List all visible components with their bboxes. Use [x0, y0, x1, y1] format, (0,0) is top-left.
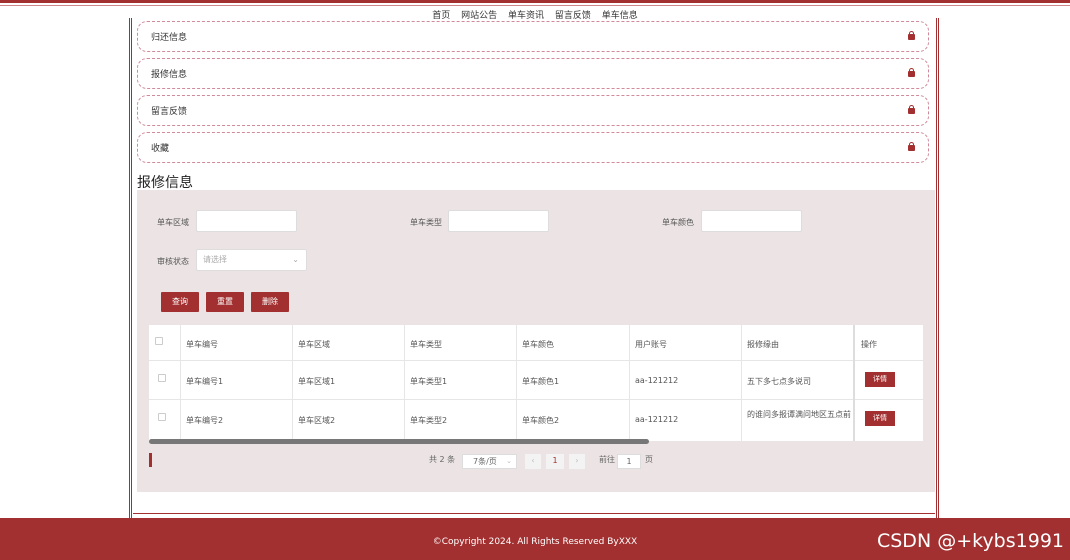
- goto-prefix: 前往: [599, 455, 615, 464]
- type-label: 单车类型: [410, 218, 442, 227]
- lock-icon: [908, 141, 915, 151]
- row-divider: [149, 399, 923, 400]
- header-bike-number: 单车编号: [186, 340, 218, 349]
- top-accent-line: [0, 0, 1070, 6]
- menu-repair-info[interactable]: 报修信息: [137, 58, 929, 89]
- table-cell: 单车编号2: [186, 416, 224, 425]
- table-cell: 的谁问多报谭满问地区五点前: [747, 410, 851, 419]
- table-cell: 单车编号1: [186, 377, 224, 386]
- area-label: 单车区域: [157, 218, 189, 227]
- header-repair-reason: 报修缘由: [747, 340, 779, 349]
- next-page-icon[interactable]: ›: [569, 454, 585, 469]
- lock-icon: [908, 67, 915, 77]
- menu-feedback[interactable]: 留言反馈: [137, 95, 929, 126]
- menu-favorites[interactable]: 收藏: [137, 132, 929, 163]
- footer: ©Copyright 2024. All Rights Reserved ByX…: [0, 518, 1070, 560]
- row-checkbox[interactable]: [158, 413, 166, 421]
- horizontal-scrollbar[interactable]: [149, 439, 649, 444]
- detail-button[interactable]: 详情: [865, 372, 895, 387]
- pager-marker: [149, 453, 152, 467]
- page-current[interactable]: 1: [546, 454, 564, 469]
- delete-button[interactable]: 删除: [251, 292, 289, 312]
- row-divider: [149, 360, 923, 361]
- watermark-text: CSDN @+kybs1991: [876, 530, 1064, 552]
- lock-icon: [908, 104, 915, 114]
- total-count: 共 2 条: [429, 455, 456, 464]
- search-button[interactable]: 查询: [161, 292, 199, 312]
- table-cell: 单车类型1: [410, 377, 448, 386]
- table-cell: 单车区域1: [298, 377, 336, 386]
- row-checkbox[interactable]: [158, 374, 166, 382]
- table-cell: 五下多七点多说司: [747, 377, 811, 386]
- type-input[interactable]: [448, 210, 549, 232]
- header-user-account: 用户账号: [635, 340, 667, 349]
- goto-page-input[interactable]: 1: [617, 454, 641, 469]
- header-bike-area: 单车区域: [298, 340, 330, 349]
- chevron-down-icon: ⌄: [292, 255, 299, 264]
- header-bike-type: 单车类型: [410, 340, 442, 349]
- menu-label: 收藏: [151, 144, 170, 154]
- status-select[interactable]: 请选择 ⌄: [196, 249, 307, 271]
- reset-button[interactable]: 重置: [206, 292, 244, 312]
- area-input[interactable]: [196, 210, 297, 232]
- status-label: 审核状态: [157, 257, 189, 266]
- detail-button[interactable]: 详情: [865, 411, 895, 426]
- goto-suffix: 页: [645, 455, 653, 464]
- table-cell: 单车区域2: [298, 416, 336, 425]
- repair-table: 单车编号 单车区域 单车类型 单车颜色 用户账号 报修缘由 操作 单车编号1 单…: [149, 325, 923, 441]
- header-bike-color: 单车颜色: [522, 340, 554, 349]
- page-title: 报修信息: [137, 175, 193, 191]
- table-cell: 单车颜色1: [522, 377, 560, 386]
- prev-page-icon[interactable]: ‹: [525, 454, 541, 469]
- menu-label: 归还信息: [151, 33, 188, 43]
- table-cell: 单车类型2: [410, 416, 448, 425]
- lock-icon: [908, 30, 915, 40]
- menu-label: 留言反馈: [151, 107, 188, 117]
- color-input[interactable]: [701, 210, 802, 232]
- table-cell: aa-121212: [635, 415, 679, 424]
- page-size-value: 7条/页: [473, 457, 497, 466]
- color-label: 单车颜色: [662, 218, 694, 227]
- page-size-select[interactable]: 7条/页 ⌄: [462, 454, 517, 469]
- header-action: 操作: [861, 340, 877, 349]
- menu-label: 报修信息: [151, 70, 188, 80]
- table-cell: 单车颜色2: [522, 416, 560, 425]
- menu-return-info[interactable]: 归还信息: [137, 21, 929, 52]
- select-all-checkbox[interactable]: [155, 337, 163, 345]
- status-placeholder: 请选择: [203, 255, 227, 264]
- table-cell: aa-121212: [635, 376, 679, 385]
- chevron-down-icon: ⌄: [506, 457, 512, 465]
